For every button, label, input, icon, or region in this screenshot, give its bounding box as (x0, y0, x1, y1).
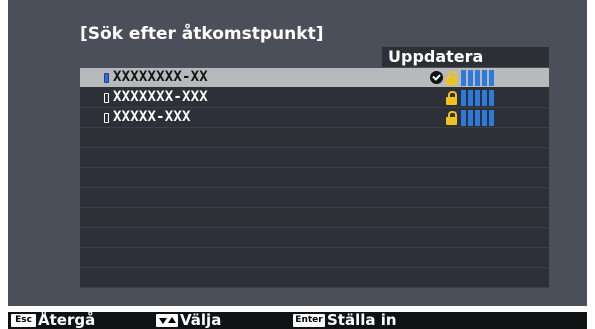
signal-bar (468, 110, 473, 126)
signal-bar (475, 90, 480, 106)
signal-bar (475, 110, 480, 126)
empty-row (80, 208, 549, 228)
lock-icon (446, 111, 457, 125)
empty-row (80, 168, 549, 188)
access-point-ssid: XXXXXXXX-XX (113, 69, 208, 85)
network-icon (104, 93, 109, 103)
empty-row (80, 228, 549, 248)
back-label: Återgå (38, 311, 96, 329)
connected-check-icon (430, 71, 443, 84)
lock-icon (446, 91, 457, 105)
network-icon (104, 73, 109, 83)
network-icon (104, 113, 109, 123)
signal-bar (489, 110, 494, 126)
access-point-row[interactable]: XXXXX-XXX (80, 108, 549, 128)
lock-icon (446, 71, 457, 85)
empty-row (80, 268, 549, 288)
access-point-row[interactable]: XXXXXXX-XXX (80, 88, 549, 108)
access-point-list: XXXXXXXX-XX XXXXXXX-XXX XXXXX-XXX (80, 68, 549, 288)
signal-bar (461, 70, 466, 86)
signal-bar (461, 110, 466, 126)
access-point-ssid: XXXXXXX-XXX (113, 89, 208, 105)
set-label: Ställa in (327, 311, 397, 329)
up-down-arrows-icon (156, 314, 178, 327)
signal-bar (468, 70, 473, 86)
select-label: Välja (180, 311, 222, 329)
empty-row (80, 128, 549, 148)
empty-row (80, 248, 549, 268)
access-point-row[interactable]: XXXXXXXX-XX (80, 68, 549, 88)
page-title: [Sök efter åtkomstpunkt] (80, 24, 324, 44)
signal-bar (489, 90, 494, 106)
signal-bar (475, 70, 480, 86)
signal-bar (489, 70, 494, 86)
enter-key-icon: Enter (293, 314, 325, 327)
signal-bar (468, 90, 473, 106)
projector-screen: [Sök efter åtkomstpunkt] Uppdatera XXXXX… (8, 0, 587, 306)
access-point-ssid: XXXXX-XXX (113, 109, 191, 125)
signal-bar (482, 110, 487, 126)
signal-bar (482, 70, 487, 86)
empty-row (80, 148, 549, 168)
esc-key-icon: Esc (11, 314, 36, 327)
empty-row (80, 188, 549, 208)
refresh-button[interactable]: Uppdatera (382, 47, 549, 67)
signal-bar (461, 90, 466, 106)
footer-key-guide: Esc Återgå Välja Enter Ställa in (8, 312, 587, 329)
signal-bar (482, 90, 487, 106)
